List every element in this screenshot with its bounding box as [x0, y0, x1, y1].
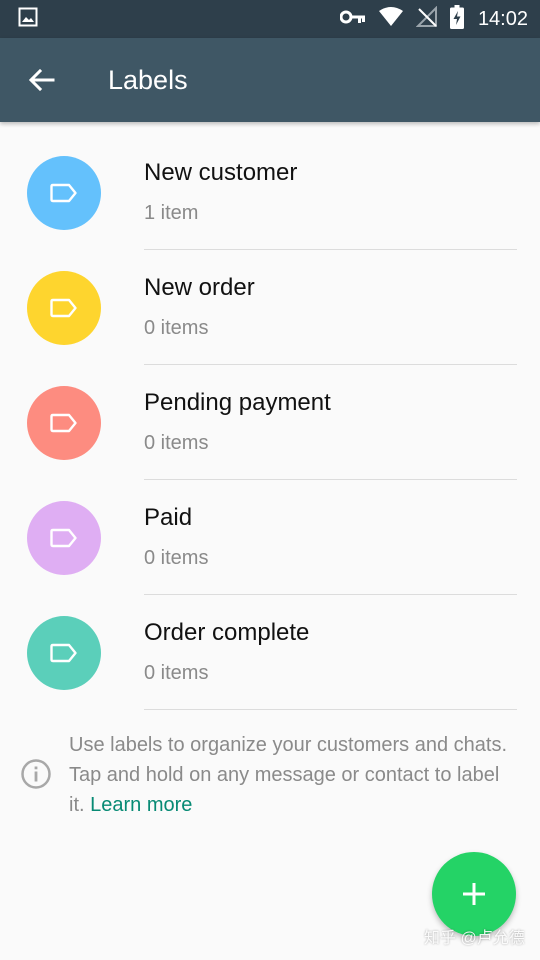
label-item-pending-payment[interactable]: Pending payment 0 items — [0, 365, 540, 480]
label-item-new-order[interactable]: New order 0 items — [0, 250, 540, 365]
tag-icon — [50, 298, 77, 318]
plus-icon — [463, 883, 485, 905]
label-item-order-complete[interactable]: Order complete 0 items — [0, 595, 540, 710]
label-count: 0 items — [144, 547, 209, 569]
learn-more-link[interactable]: Learn more — [90, 794, 192, 816]
battery-charging-icon — [449, 4, 464, 34]
label-item-new-customer[interactable]: New customer 1 item — [0, 135, 540, 250]
tag-icon — [50, 643, 77, 663]
status-time: 14:02 — [477, 7, 528, 30]
label-avatar — [27, 156, 101, 230]
app-bar: Labels — [0, 38, 540, 122]
tag-icon — [50, 528, 77, 548]
label-avatar — [27, 616, 101, 690]
label-avatar — [27, 271, 101, 345]
label-item-paid[interactable]: Paid 0 items — [0, 480, 540, 595]
label-name: Order complete — [144, 619, 310, 646]
info-icon — [20, 758, 52, 795]
status-bar: 14:02 — [0, 0, 540, 38]
label-name: Pending payment — [144, 389, 331, 416]
label-count: 0 items — [144, 317, 209, 339]
back-button[interactable] — [14, 52, 70, 108]
tag-icon — [50, 413, 77, 433]
key-icon — [339, 9, 366, 30]
divider — [144, 709, 517, 710]
status-icons: 14:02 — [339, 4, 528, 34]
label-avatar — [27, 501, 101, 575]
label-name: New order — [144, 274, 255, 301]
arrow-back-icon — [29, 69, 55, 91]
label-count: 1 item — [144, 202, 199, 224]
label-list: New customer 1 item New order 0 items Pe… — [0, 135, 540, 710]
tag-icon — [50, 183, 77, 203]
wifi-icon — [378, 6, 404, 32]
label-count: 0 items — [144, 432, 209, 454]
label-name: New customer — [144, 159, 298, 186]
info-text: Use labels to organize your customers an… — [69, 730, 519, 820]
label-avatar — [27, 386, 101, 460]
image-icon — [18, 7, 38, 32]
page-title: Labels — [108, 64, 188, 95]
label-count: 0 items — [144, 662, 209, 684]
label-name: Paid — [144, 504, 193, 531]
no-signal-icon — [415, 5, 438, 33]
watermark: 知乎 @卢允德 — [424, 930, 525, 947]
